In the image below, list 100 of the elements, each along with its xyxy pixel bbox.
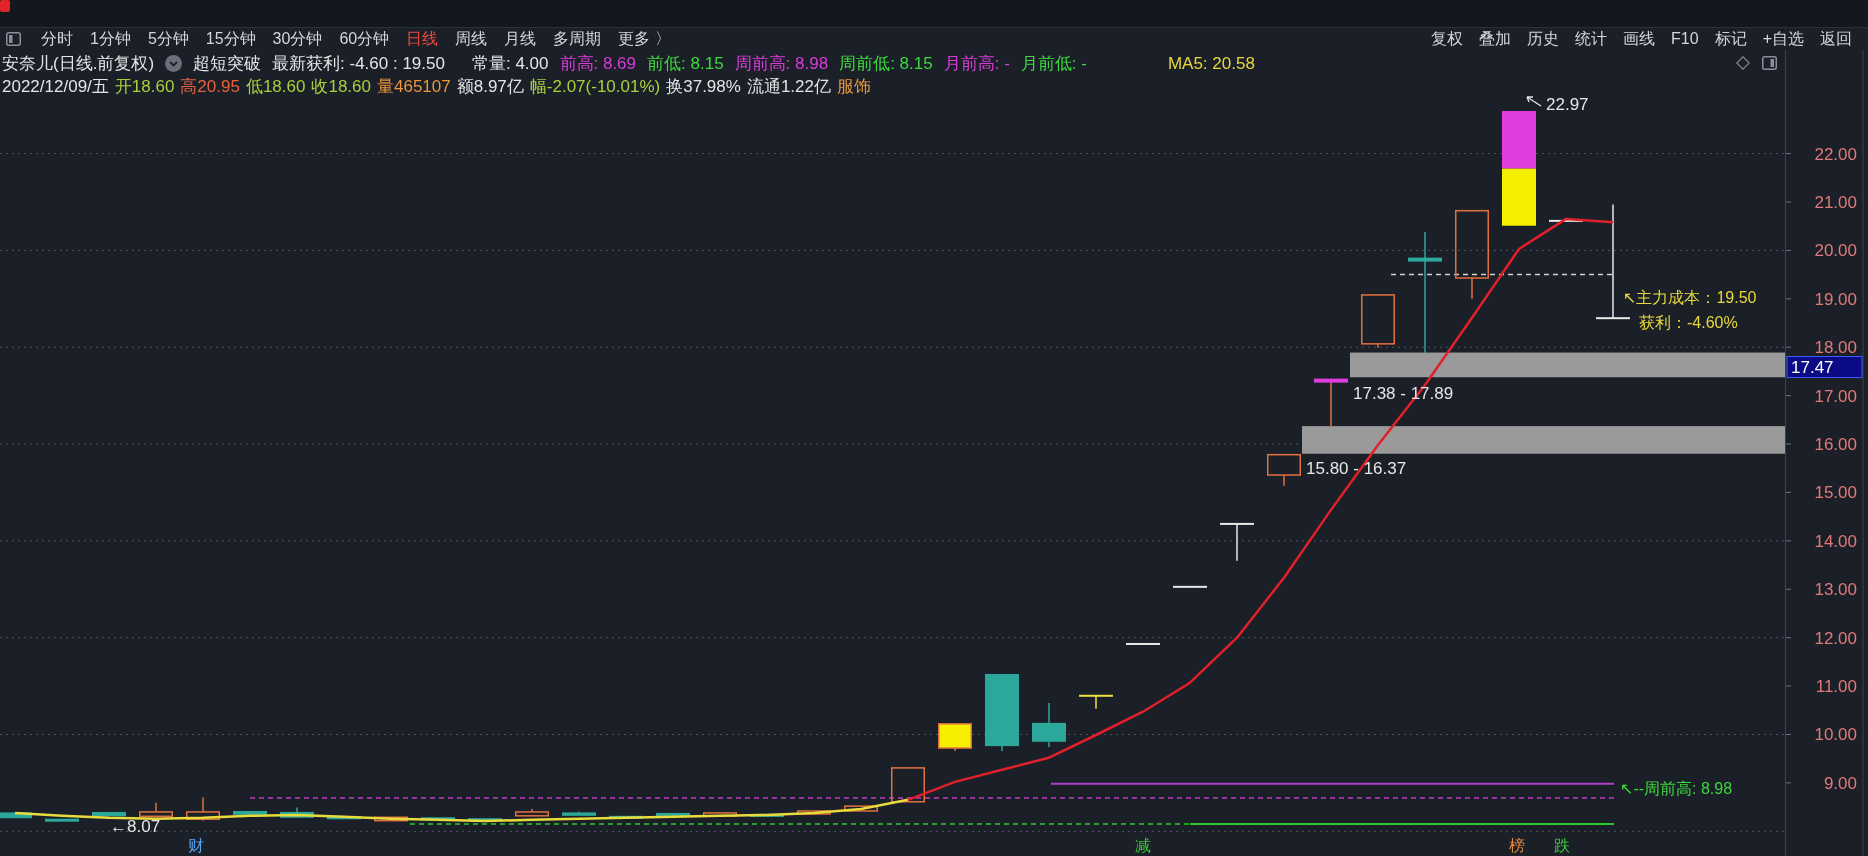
candle bbox=[186, 796, 220, 822]
candle bbox=[1079, 694, 1113, 710]
axis-label: 15.00 bbox=[1814, 483, 1857, 503]
candle bbox=[891, 767, 925, 803]
axis-label: 9.00 bbox=[1823, 773, 1857, 793]
dropdown-icon[interactable] bbox=[165, 54, 183, 72]
band-label: 15.80 - 16.37 bbox=[1306, 459, 1407, 478]
candle bbox=[750, 813, 784, 817]
event-marker[interactable]: 榜 bbox=[1509, 837, 1525, 854]
axis-label: 12.00 bbox=[1814, 628, 1857, 648]
quote-value: 流通1.22亿 bbox=[746, 75, 831, 97]
candle bbox=[280, 806, 314, 818]
level-value: 月前高: - bbox=[943, 52, 1010, 74]
candle bbox=[0, 812, 32, 819]
quote-value: 服饰 bbox=[837, 75, 871, 97]
candle bbox=[45, 818, 79, 822]
period-tab[interactable]: 多周期 bbox=[553, 29, 602, 49]
period-tab[interactable]: 5分钟 bbox=[147, 29, 189, 49]
quote-value: 额8.97亿 bbox=[456, 75, 524, 97]
candle bbox=[374, 816, 408, 822]
panel-icon[interactable] bbox=[1762, 56, 1777, 70]
candle bbox=[421, 817, 455, 821]
toolbar-button[interactable]: 历史 bbox=[1527, 29, 1560, 49]
axis-label: 22.00 bbox=[1814, 144, 1857, 164]
level-value: 周前高: 8.98 bbox=[734, 52, 829, 74]
chart-label: ←8.07 bbox=[110, 817, 161, 836]
axis-label: 16.00 bbox=[1814, 435, 1857, 455]
axis-label: 10.00 bbox=[1814, 725, 1857, 745]
quote-value: 开18.60 bbox=[114, 75, 175, 97]
toolbar-button[interactable]: 标记 bbox=[1714, 29, 1747, 49]
period-tab[interactable]: 15分钟 bbox=[205, 29, 256, 49]
candle bbox=[139, 802, 173, 818]
candle bbox=[1361, 294, 1395, 349]
candle bbox=[703, 812, 737, 817]
candle bbox=[1549, 219, 1583, 222]
candle bbox=[468, 818, 502, 822]
period-tab[interactable]: 日线 bbox=[406, 29, 439, 49]
candle bbox=[844, 805, 878, 812]
toolbar-button[interactable]: F10 bbox=[1671, 29, 1699, 49]
quote-value: 量465107 bbox=[377, 75, 451, 97]
axis-label: 19.00 bbox=[1814, 289, 1857, 309]
period-tab[interactable]: 分时 bbox=[41, 29, 73, 49]
security-name: 安奈儿(日线.前复权) bbox=[2, 52, 155, 74]
current-price-tag: 17.47 bbox=[1786, 356, 1863, 378]
panel-icon[interactable] bbox=[6, 32, 21, 46]
candle bbox=[938, 723, 972, 752]
logo-icon bbox=[0, 0, 10, 12]
chart-label: 22.97 bbox=[1546, 95, 1589, 114]
candle bbox=[656, 812, 690, 816]
toolbar-button[interactable]: 复权 bbox=[1431, 29, 1464, 49]
candle bbox=[797, 810, 831, 815]
event-marker[interactable]: 跌 bbox=[1554, 837, 1570, 854]
toolbar-button[interactable]: 返回 bbox=[1820, 29, 1852, 49]
toolbar-button[interactable]: +自选 bbox=[1762, 29, 1804, 49]
profit-text: 最新获利: -4.60 : 19.50 bbox=[272, 52, 445, 74]
indicator-name: 超短突破 bbox=[193, 52, 262, 74]
chart-label: 获利：-4.60% bbox=[1639, 314, 1738, 331]
level-value: 周前低: 8.15 bbox=[839, 52, 933, 74]
candle bbox=[515, 808, 549, 817]
quote-value: 换37.98% bbox=[666, 75, 741, 97]
candle bbox=[1267, 453, 1301, 487]
candle bbox=[233, 811, 267, 815]
ma-value: MA5: 20.58 bbox=[1167, 52, 1255, 74]
diamond-icon[interactable] bbox=[1736, 56, 1750, 70]
leader-arrow bbox=[1526, 96, 1542, 107]
candle bbox=[1032, 702, 1066, 748]
axis-label: 14.00 bbox=[1814, 531, 1857, 551]
chart-label: ↖--周前高: 8.98 bbox=[1620, 780, 1733, 797]
level-value: 前高: 8.69 bbox=[559, 52, 637, 74]
toolbar-button[interactable]: 统计 bbox=[1575, 29, 1608, 49]
toolbar-button[interactable]: 画线 bbox=[1623, 29, 1656, 49]
event-marker[interactable]: 减 bbox=[1135, 837, 1151, 854]
level-value: 常量: 4.00 bbox=[471, 52, 549, 74]
candle bbox=[1173, 585, 1207, 588]
quote-value: 收18.60 bbox=[311, 75, 371, 97]
event-marker[interactable]: 财 bbox=[188, 837, 204, 854]
quote-value: 2022/12/09/五 bbox=[2, 75, 109, 97]
period-tab[interactable]: 30分钟 bbox=[272, 29, 323, 49]
level-value: 月前低: - bbox=[1020, 52, 1087, 74]
axis-label: 11.00 bbox=[1815, 677, 1857, 697]
axis-label: 13.00 bbox=[1814, 580, 1857, 600]
quote-value: 高20.95 bbox=[180, 75, 240, 97]
chart-label: ↖主力成本：19.50 bbox=[1623, 289, 1757, 306]
period-tab[interactable]: 更多 〉 bbox=[618, 29, 671, 49]
candle bbox=[562, 810, 596, 816]
axis-label: 21.00 bbox=[1814, 193, 1857, 212]
axis-label: 20.00 bbox=[1814, 241, 1857, 261]
quote-value: 低18.60 bbox=[245, 75, 306, 97]
period-tab[interactable]: 1分钟 bbox=[90, 29, 131, 49]
level-value: 前低: 8.15 bbox=[647, 52, 724, 74]
period-tab[interactable]: 60分钟 bbox=[339, 29, 390, 49]
candle bbox=[1126, 642, 1160, 645]
period-tab[interactable]: 周线 bbox=[455, 29, 488, 49]
axis-label: 18.00 bbox=[1814, 338, 1857, 358]
candle bbox=[92, 811, 126, 817]
toolbar-button[interactable]: 叠加 bbox=[1479, 29, 1512, 49]
candle bbox=[1220, 522, 1254, 562]
axis-label: 17.00 bbox=[1814, 386, 1857, 406]
period-tab[interactable]: 月线 bbox=[504, 29, 537, 49]
quote-value: 幅-2.07(-10.01%) bbox=[529, 75, 661, 97]
